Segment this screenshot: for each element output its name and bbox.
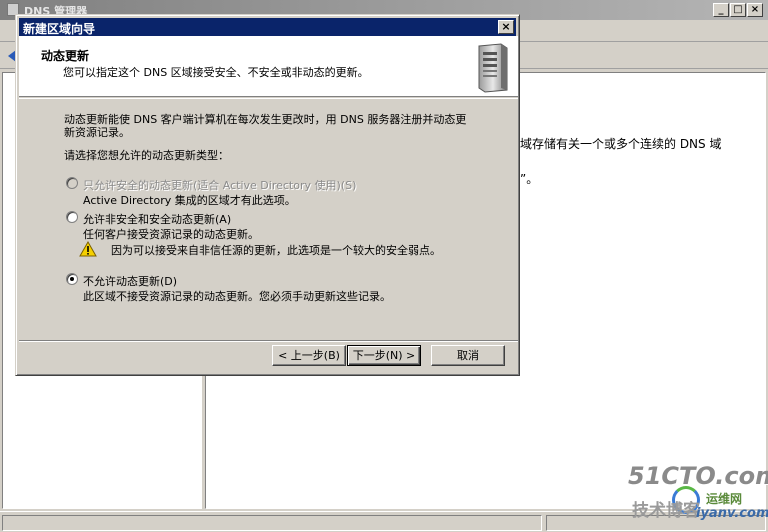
page-title: 动态更新 xyxy=(41,49,90,63)
close-button[interactable]: × xyxy=(747,3,763,17)
minimize-button[interactable]: _ xyxy=(713,3,729,17)
next-button[interactable]: 下一步(N) > xyxy=(347,345,421,366)
watermark-partner-site: iyanv.com xyxy=(696,506,768,521)
details-text-line: 域存储有关一个或多个连续的 DNS 域 xyxy=(520,137,722,151)
server-icon xyxy=(478,43,508,93)
watermark-brand: 51CTO.com xyxy=(628,462,768,490)
wizard-titlebar[interactable]: 新建区域向导 × xyxy=(19,18,516,36)
secure-only-label: 只允许安全的动态更新(适合 Active Directory 使用)(S) xyxy=(83,179,357,192)
footer-divider-highlight xyxy=(19,341,518,342)
watermark-tagline: 技术博客 xyxy=(632,501,700,521)
wizard-body: 动态更新能使 DNS 客户端计算机在每次发生更改时，用 DNS 服务器注册并动态… xyxy=(19,99,518,339)
details-text-line: ”。 xyxy=(520,172,539,186)
nonsecure-and-secure-label[interactable]: 允许非安全和安全动态更新(A) xyxy=(83,211,231,227)
wizard-close-button[interactable]: × xyxy=(498,20,514,34)
secure-only-radio xyxy=(66,177,78,189)
new-zone-wizard-dialog: 新建区域向导 × 动态更新 您可以指定这个 DNS 区域接受安全、不安全或非动态… xyxy=(15,14,520,376)
no-dynamic-updates-detail: 此区域不接受资源记录的动态更新。您必须手动更新这些记录。 xyxy=(83,290,391,303)
update-type-prompt: 请选择您想允许的动态更新类型： xyxy=(64,149,229,162)
secure-only-detail: Active Directory 集成的区域才有此选项。 xyxy=(83,194,296,207)
wizard-header: 动态更新 您可以指定这个 DNS 区域接受安全、不安全或非动态的更新。 xyxy=(19,36,518,97)
status-cell xyxy=(2,515,542,531)
no-dynamic-updates-label[interactable]: 不允许动态更新(D) xyxy=(83,273,177,289)
page-subtitle: 您可以指定这个 DNS 区域接受安全、不安全或非动态的更新。 xyxy=(63,66,369,79)
wizard-title: 新建区域向导 xyxy=(23,22,96,36)
nonsecure-and-secure-radio[interactable] xyxy=(66,211,78,223)
maximize-button[interactable]: □ xyxy=(730,3,746,17)
cancel-button[interactable]: 取消 xyxy=(431,345,505,366)
warning-icon xyxy=(79,241,97,257)
no-dynamic-updates-radio[interactable] xyxy=(66,273,78,285)
nonsecure-and-secure-detail: 任何客户接受资源记录的动态更新。 xyxy=(83,228,259,241)
security-warning-text: 因为可以接受来自非信任源的更新，此选项是一个较大的安全弱点。 xyxy=(111,244,441,257)
description-text: 新资源记录。 xyxy=(64,126,130,139)
back-button[interactable]: < 上一步(B) xyxy=(272,345,346,366)
radio-selected-dot xyxy=(70,277,74,281)
watermark-partner: 运维网 xyxy=(706,492,743,506)
